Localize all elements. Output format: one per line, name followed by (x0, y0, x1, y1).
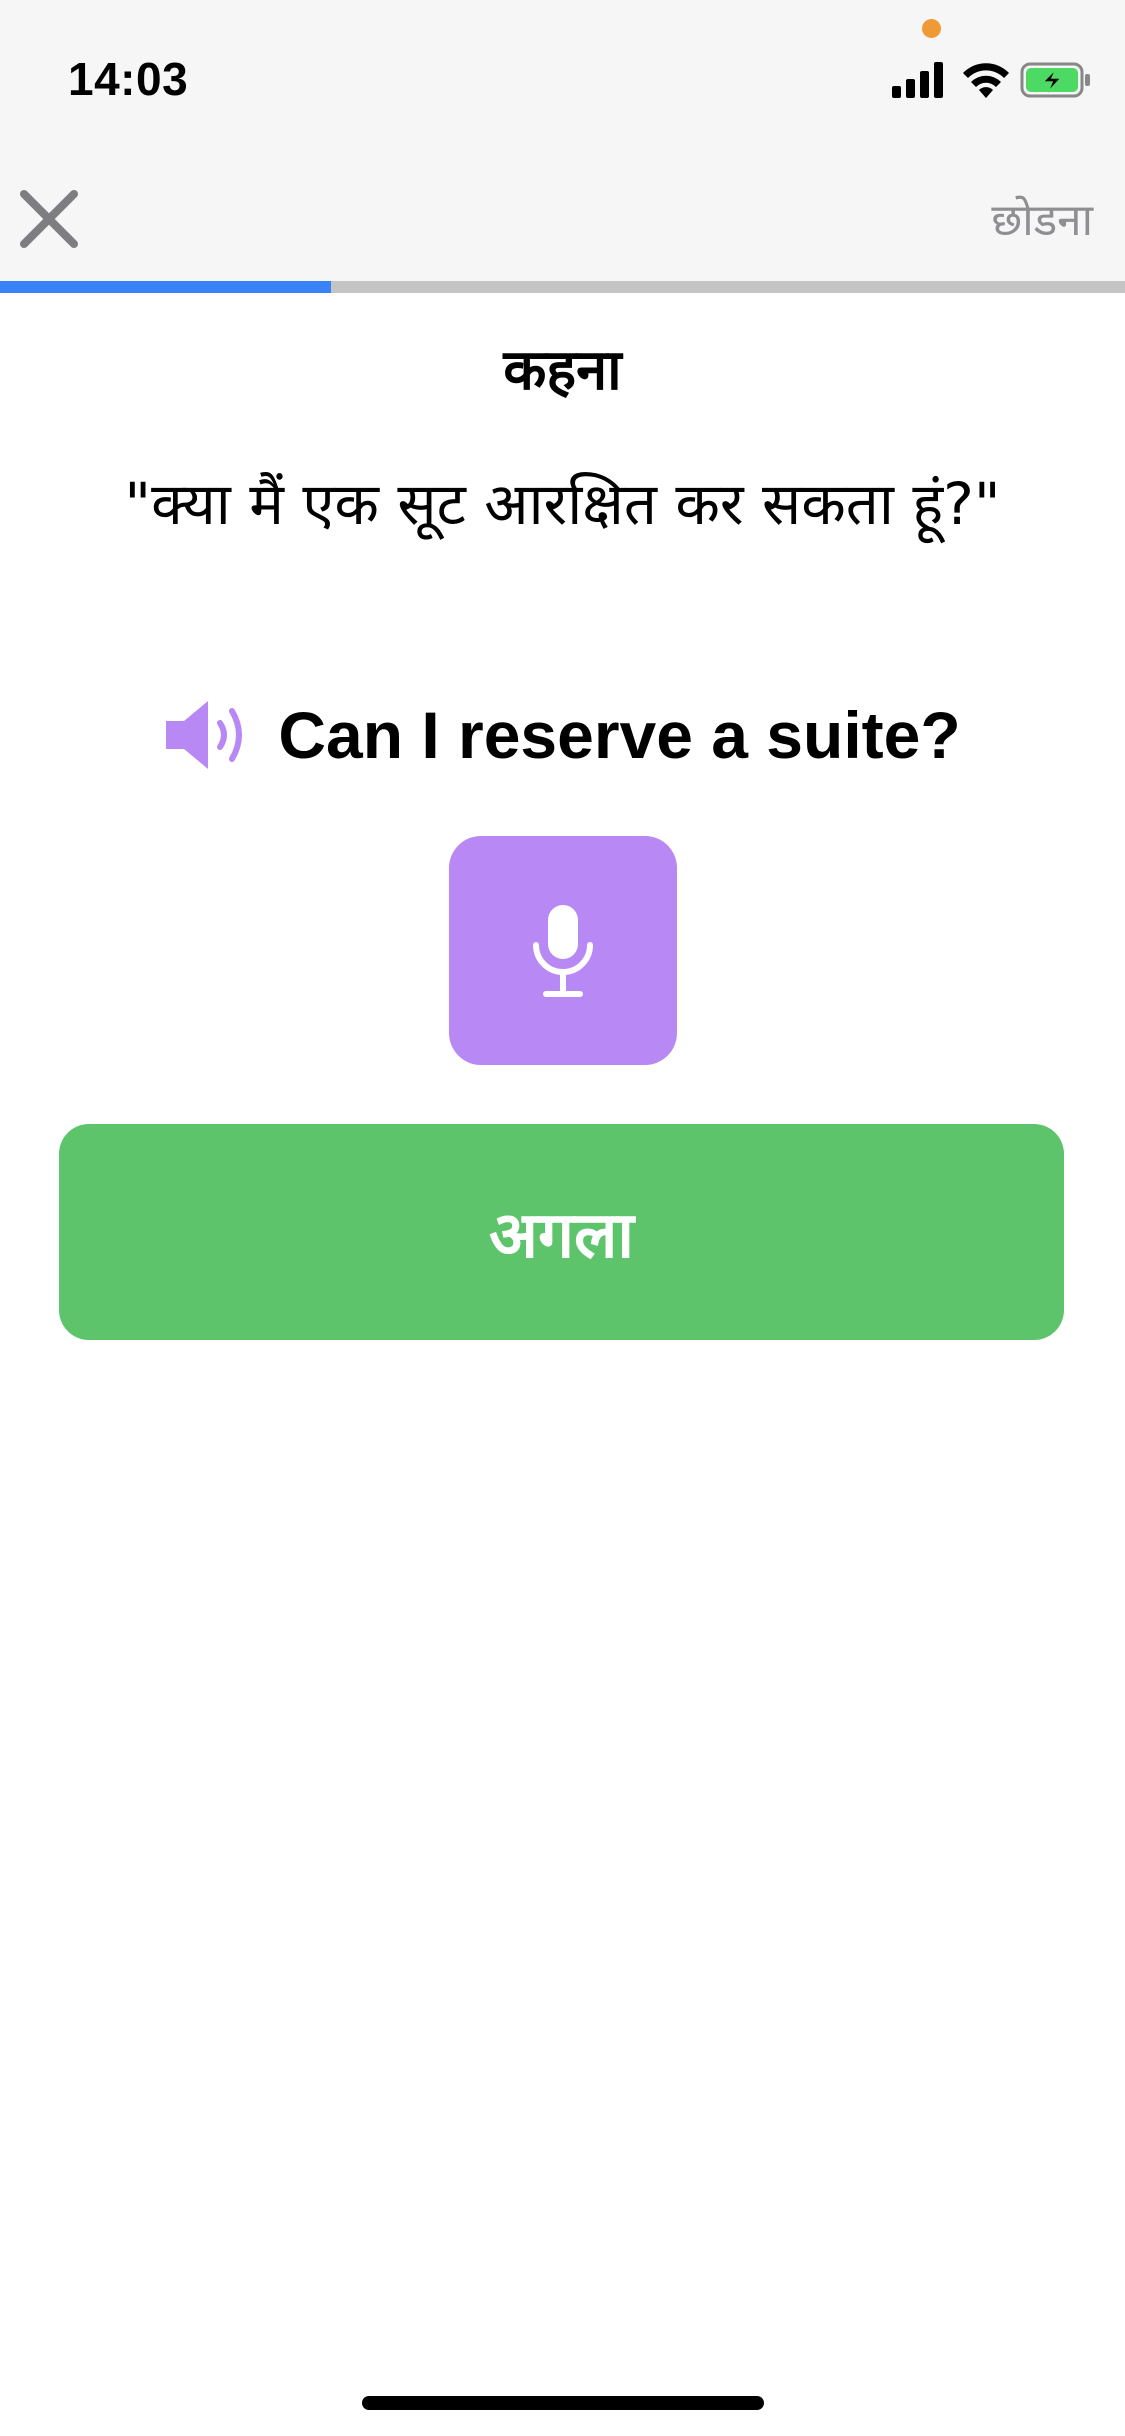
lesson-progress-bar (0, 281, 1125, 293)
status-bar: 14:03 (0, 0, 1125, 140)
speaking-exercise-screen: 14:03 छोडना कहना "क्या मैं एक सूट आरक्षि… (0, 0, 1125, 2436)
microphone-icon (533, 904, 593, 997)
next-button[interactable]: अगला (59, 1124, 1064, 1340)
exercise-type-heading: कहना (503, 338, 622, 403)
target-phrase-text: Can I reserve a suite? (278, 698, 961, 772)
record-microphone-button[interactable] (449, 836, 677, 1065)
cellular-signal-icon (892, 62, 943, 98)
battery-charging-icon (1020, 62, 1090, 98)
target-phrase-row: Can I reserve a suite? (0, 690, 1125, 780)
top-nav-bar: छोडना (0, 140, 1125, 281)
wifi-icon (963, 63, 1009, 98)
close-button[interactable] (14, 184, 84, 254)
status-time: 14:03 (68, 53, 189, 105)
privacy-indicator-dot (922, 19, 941, 38)
home-indicator[interactable] (362, 2396, 764, 2410)
prompt-sentence: "क्या मैं एक सूट आरक्षित कर सकता हूं?" (124, 470, 1001, 538)
skip-button[interactable]: छोडना (991, 188, 1093, 248)
lesson-progress-fill (0, 281, 331, 293)
close-icon (20, 190, 78, 248)
speaker-icon[interactable] (164, 697, 254, 773)
